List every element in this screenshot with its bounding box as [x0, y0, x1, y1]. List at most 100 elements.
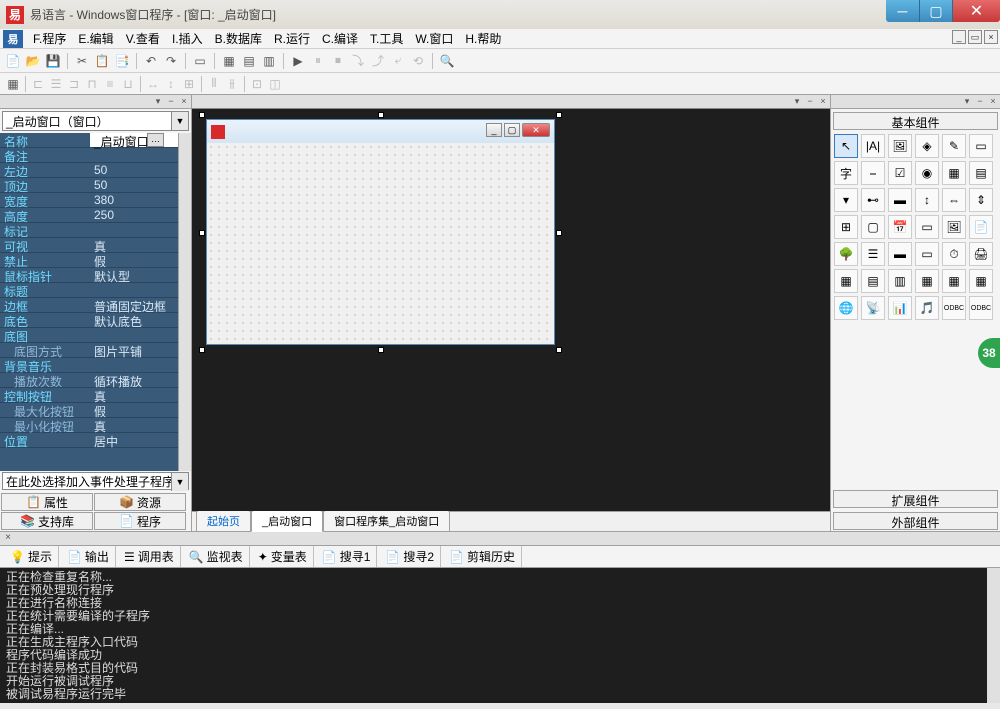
comp-spin-icon[interactable]: ↕ — [915, 188, 939, 212]
property-value[interactable]: 假 — [90, 253, 178, 267]
property-row[interactable]: 底色默认底色 — [0, 313, 178, 328]
menu-compile[interactable]: C.编译 — [316, 28, 364, 49]
section-basic[interactable]: 基本组件 — [833, 112, 998, 130]
menu-view[interactable]: V.查看 — [120, 28, 166, 49]
layout3-icon[interactable]: ▥ — [260, 52, 278, 70]
property-grid[interactable]: 名称_启动窗口…备注左边50顶边50宽度380高度250标记可视真禁止假鼠标指针… — [0, 133, 178, 471]
comp-frame-icon[interactable]: ▢ — [861, 215, 885, 239]
panel-pin-icon[interactable]: ▾ — [961, 95, 973, 107]
comp-tree-icon[interactable]: 🌳 — [834, 242, 858, 266]
property-value[interactable]: 380 — [90, 193, 178, 207]
property-value[interactable]: 默认底色 — [90, 313, 178, 327]
same-width-icon[interactable]: ↔ — [144, 75, 162, 93]
property-value[interactable]: 50 — [90, 178, 178, 192]
comp-net2-icon[interactable]: 📡 — [861, 296, 885, 320]
comp-db3-icon[interactable]: ▥ — [888, 269, 912, 293]
form-close-button[interactable]: ✕ — [522, 123, 550, 137]
comp-combo-icon[interactable]: ▾ — [834, 188, 858, 212]
comp-db4-icon[interactable]: ▦ — [915, 269, 939, 293]
resize-handle[interactable] — [378, 112, 384, 118]
menu-program[interactable]: F.程序 — [27, 28, 72, 49]
property-row[interactable]: 背景音乐 — [0, 358, 178, 373]
comp-odbc2-icon[interactable]: ODBC — [969, 296, 993, 320]
comp-updown-icon[interactable]: ⇕ — [969, 188, 993, 212]
center-h-icon[interactable]: ⊡ — [248, 75, 266, 93]
comp-font-icon[interactable]: 字 — [834, 161, 858, 185]
property-value[interactable] — [90, 148, 178, 162]
panel-minus-icon[interactable]: − — [804, 95, 816, 107]
property-value[interactable]: 假 — [90, 403, 178, 417]
property-value[interactable]: 默认型 — [90, 268, 178, 282]
paste-icon[interactable]: 📑 — [113, 52, 131, 70]
pause-icon[interactable]: ⏸ — [309, 52, 327, 70]
output-text[interactable]: 正在检查重复名称...正在预处理现行程序正在进行名称连接正在统计需要编译的子程序… — [0, 568, 1000, 703]
form-designer[interactable]: _ ▢ ✕ — [202, 115, 559, 353]
panel-pin-icon[interactable]: ▾ — [791, 95, 803, 107]
panel-close-icon[interactable]: × — [2, 532, 14, 545]
hspace-icon[interactable]: ⫴ — [205, 75, 223, 93]
comp-picture-icon[interactable]: 🖼 — [888, 134, 912, 158]
section-extended[interactable]: 扩展组件 — [833, 490, 998, 508]
property-row[interactable]: 最小化按钮真 — [0, 418, 178, 433]
property-row[interactable]: 宽度380 — [0, 193, 178, 208]
property-value[interactable] — [90, 328, 178, 342]
comp-slider-icon[interactable]: ⊷ — [861, 188, 885, 212]
property-value[interactable]: 真 — [90, 418, 178, 432]
resize-handle[interactable] — [199, 230, 205, 236]
tab-watch[interactable]: 🔍监视表 — [183, 546, 250, 567]
property-row[interactable]: 左边50 — [0, 163, 178, 178]
align-left-icon[interactable]: ⊏ — [29, 75, 47, 93]
dropdown-arrow-icon[interactable]: ▼ — [171, 473, 188, 491]
property-value[interactable]: 250 — [90, 208, 178, 222]
save-icon[interactable]: 💾 — [44, 52, 62, 70]
tab-start-page[interactable]: 起始页 — [196, 510, 251, 531]
property-value[interactable]: 图片平铺 — [90, 343, 178, 357]
property-row[interactable]: 位置居中 — [0, 433, 178, 448]
resize-handle[interactable] — [556, 112, 562, 118]
close-button[interactable]: ✕ — [952, 0, 1000, 22]
grid-icon[interactable]: ▦ — [4, 75, 22, 93]
notification-badge[interactable]: 38 — [978, 338, 1000, 368]
comp-edit-icon[interactable]: ✎ — [942, 134, 966, 158]
property-row[interactable]: 可视真 — [0, 238, 178, 253]
form-min-button[interactable]: _ — [486, 123, 502, 137]
btn-resources[interactable]: 📦资源 — [94, 493, 186, 511]
find-icon[interactable]: 🔍 — [438, 52, 456, 70]
property-row[interactable]: 名称_启动窗口… — [0, 133, 178, 148]
comp-list-icon[interactable]: ▤ — [969, 161, 993, 185]
comp-checkbox-icon[interactable]: ☑ — [888, 161, 912, 185]
comp-db5-icon[interactable]: ▦ — [942, 269, 966, 293]
layout2-icon[interactable]: ▤ — [240, 52, 258, 70]
property-browse-button[interactable]: … — [147, 133, 164, 147]
same-height-icon[interactable]: ↕ — [162, 75, 180, 93]
property-value[interactable]: 普通固定边框 — [90, 298, 178, 312]
comp-pointer-icon[interactable]: ↖ — [834, 134, 858, 158]
comp-line-icon[interactable]: ⎯ — [861, 161, 885, 185]
form-client-area[interactable] — [207, 143, 554, 344]
object-selector[interactable]: _启动窗口（窗口） ▼ — [2, 111, 189, 131]
minimize-button[interactable]: ─ — [886, 0, 919, 22]
property-row[interactable]: 顶边50 — [0, 178, 178, 193]
property-value[interactable]: 居中 — [90, 433, 178, 447]
tab-window-code[interactable]: 窗口程序集_启动窗口 — [323, 510, 450, 531]
breakpoint-icon[interactable]: ⟲ — [409, 52, 427, 70]
tab-startup-window[interactable]: _启动窗口 — [251, 510, 323, 532]
resize-handle[interactable] — [556, 347, 562, 353]
tab-search1[interactable]: 📄搜寻1 — [316, 546, 378, 567]
property-value[interactable]: 真 — [90, 238, 178, 252]
resize-handle[interactable] — [199, 347, 205, 353]
cut-icon[interactable]: ✂ — [73, 52, 91, 70]
property-row[interactable]: 标记 — [0, 223, 178, 238]
comp-media-icon[interactable]: 🎵 — [915, 296, 939, 320]
run-icon[interactable]: ▶ — [289, 52, 307, 70]
property-row[interactable]: 底图方式图片平铺 — [0, 343, 178, 358]
scrollbar-vertical[interactable] — [178, 133, 191, 471]
property-row[interactable]: 鼠标指针默认型 — [0, 268, 178, 283]
maximize-button[interactable]: ▢ — [919, 0, 952, 22]
comp-odbc1-icon[interactable]: ODBC — [942, 296, 966, 320]
property-value[interactable] — [90, 223, 178, 237]
property-value[interactable] — [90, 283, 178, 297]
panel-close-icon[interactable]: × — [178, 95, 190, 107]
comp-tab-icon[interactable]: ⊞ — [834, 215, 858, 239]
comp-timer-icon[interactable]: ⏱ — [942, 242, 966, 266]
